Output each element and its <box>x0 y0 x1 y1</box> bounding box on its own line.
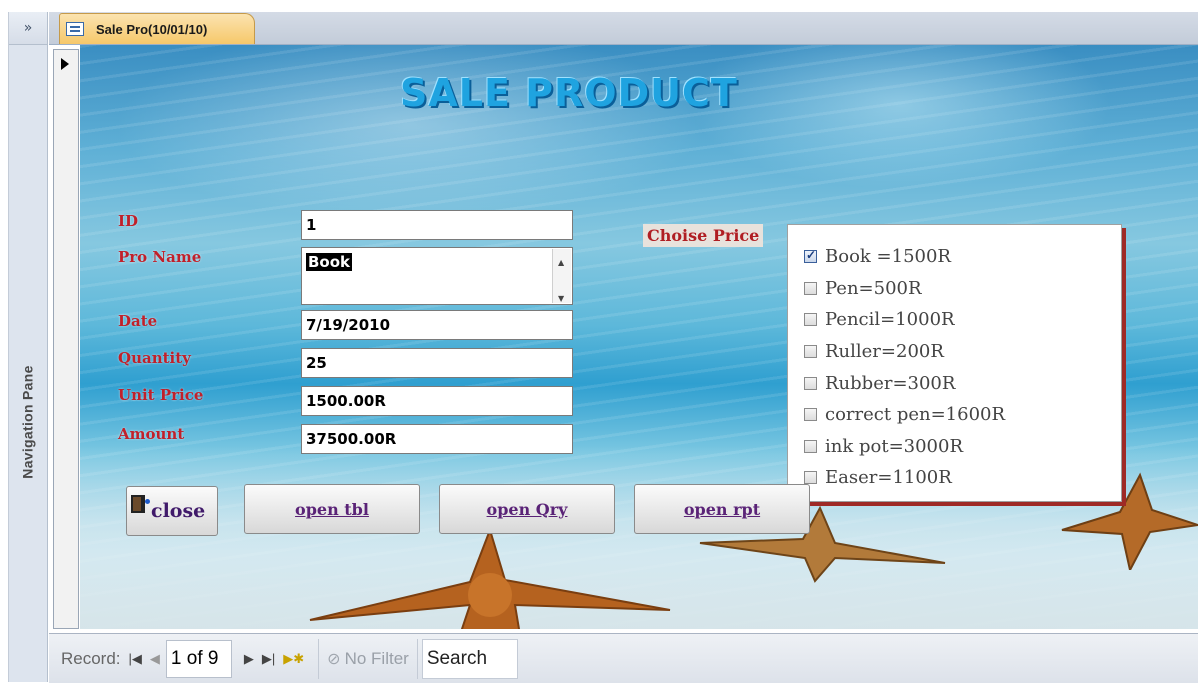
exit-door-icon <box>131 495 150 513</box>
tab-sale-pro[interactable]: Sale Pro(10/01/10) <box>59 13 255 44</box>
pro-name-value: Book <box>306 253 353 271</box>
close-button[interactable]: close <box>126 486 218 536</box>
id-field[interactable]: 1 <box>301 210 573 240</box>
tab-label: Sale Pro(10/01/10) <box>96 21 208 37</box>
no-filter-button[interactable]: ⊘ No Filter <box>318 638 418 679</box>
option-pen[interactable]: Pen=500R <box>788 273 1121 305</box>
option-checkbox[interactable] <box>804 439 817 453</box>
quantity-label: Quantity <box>118 349 191 367</box>
pro-name-scrollbar[interactable]: ▲ ▼ <box>552 249 571 303</box>
quantity-field[interactable]: 25 <box>301 348 573 378</box>
unit-price-label: Unit Price <box>118 386 204 404</box>
form-title: SALE PRODUCT <box>400 71 738 115</box>
new-record-icon[interactable]: ▶✱ <box>283 651 304 667</box>
pro-name-field[interactable]: Book ▲ ▼ <box>301 247 573 305</box>
no-filter-label: No Filter <box>344 648 409 668</box>
option-correct-pen[interactable]: correct pen=1600R <box>788 399 1121 431</box>
previous-record-icon[interactable]: ◀ <box>150 651 160 667</box>
option-label: Book =1500R <box>825 246 951 268</box>
scroll-down-icon[interactable]: ▼ <box>558 289 564 309</box>
option-label: Pencil=1000R <box>825 309 955 331</box>
last-record-icon[interactable]: ▶| <box>262 651 275 667</box>
amount-field[interactable]: 37500.00R <box>301 424 573 454</box>
navigation-pane[interactable]: » Navigation Pane <box>8 12 48 682</box>
double-chevron-right-icon[interactable]: » <box>9 12 47 45</box>
document-tab-strip: Sale Pro(10/01/10) <box>49 12 1198 45</box>
date-label: Date <box>118 312 158 330</box>
record-navigation-bar: Record: |◀ ◀ 1 of 9 ▶ ▶| ▶✱ ⊘ No Filter … <box>49 633 1198 683</box>
choise-price-label: Choise Price <box>643 224 764 247</box>
option-checkbox[interactable] <box>804 376 817 390</box>
next-record-icon[interactable]: ▶ <box>244 651 254 667</box>
option-checkbox[interactable] <box>804 248 817 264</box>
open-qry-button[interactable]: open Qry <box>439 484 615 534</box>
option-book[interactable]: Book =1500R <box>788 241 1121 273</box>
open-tbl-button[interactable]: open tbl <box>244 484 420 534</box>
form-icon <box>66 22 84 36</box>
unit-price-field[interactable]: 1500.00R <box>301 386 573 416</box>
record-label: Record: <box>61 648 121 668</box>
record-position-input[interactable]: 1 of 9 <box>165 639 232 678</box>
option-label: Ruller=200R <box>825 341 944 363</box>
date-field[interactable]: 7/19/2010 <box>301 310 573 340</box>
pro-name-label: Pro Name <box>118 248 202 266</box>
form-background: SALE PRODUCT ID Pro Name Date Quantity U… <box>80 45 1198 629</box>
option-label: Pen=500R <box>825 277 922 299</box>
current-record-arrow-icon <box>61 58 69 70</box>
option-ink-pot[interactable]: ink pot=3000R <box>788 431 1121 463</box>
close-button-label: close <box>151 500 206 522</box>
option-checkbox[interactable] <box>804 281 817 295</box>
search-input[interactable]: Search <box>421 638 518 679</box>
option-easer[interactable]: Easer=1100R <box>788 462 1121 494</box>
option-pencil[interactable]: Pencil=1000R <box>788 304 1121 336</box>
navigation-pane-label-wrap: Navigation Pane <box>13 312 43 532</box>
no-filter-icon: ⊘ <box>327 650 341 668</box>
option-label: Rubber=300R <box>825 372 956 394</box>
form-area: SALE PRODUCT ID Pro Name Date Quantity U… <box>49 45 1198 633</box>
option-label: Easer=1100R <box>825 467 952 489</box>
open-rpt-button[interactable]: open rpt <box>634 484 810 534</box>
option-label: ink pot=3000R <box>825 435 964 457</box>
option-ruller[interactable]: Ruller=200R <box>788 336 1121 368</box>
option-rubber[interactable]: Rubber=300R <box>788 367 1121 399</box>
option-checkbox[interactable] <box>804 471 817 485</box>
option-checkbox[interactable] <box>804 408 817 422</box>
navigation-pane-label: Navigation Pane <box>20 365 37 479</box>
record-selector[interactable] <box>53 49 79 629</box>
choise-price-list: Book =1500R Pen=500R Pencil=1000R Ruller… <box>787 224 1122 502</box>
id-label: ID <box>118 212 139 230</box>
option-checkbox[interactable] <box>804 345 817 359</box>
option-checkbox[interactable] <box>804 313 817 327</box>
option-label: correct pen=1600R <box>825 404 1006 426</box>
scroll-up-icon[interactable]: ▲ <box>558 253 564 273</box>
first-record-icon[interactable]: |◀ <box>129 651 142 667</box>
amount-label: Amount <box>118 425 185 443</box>
